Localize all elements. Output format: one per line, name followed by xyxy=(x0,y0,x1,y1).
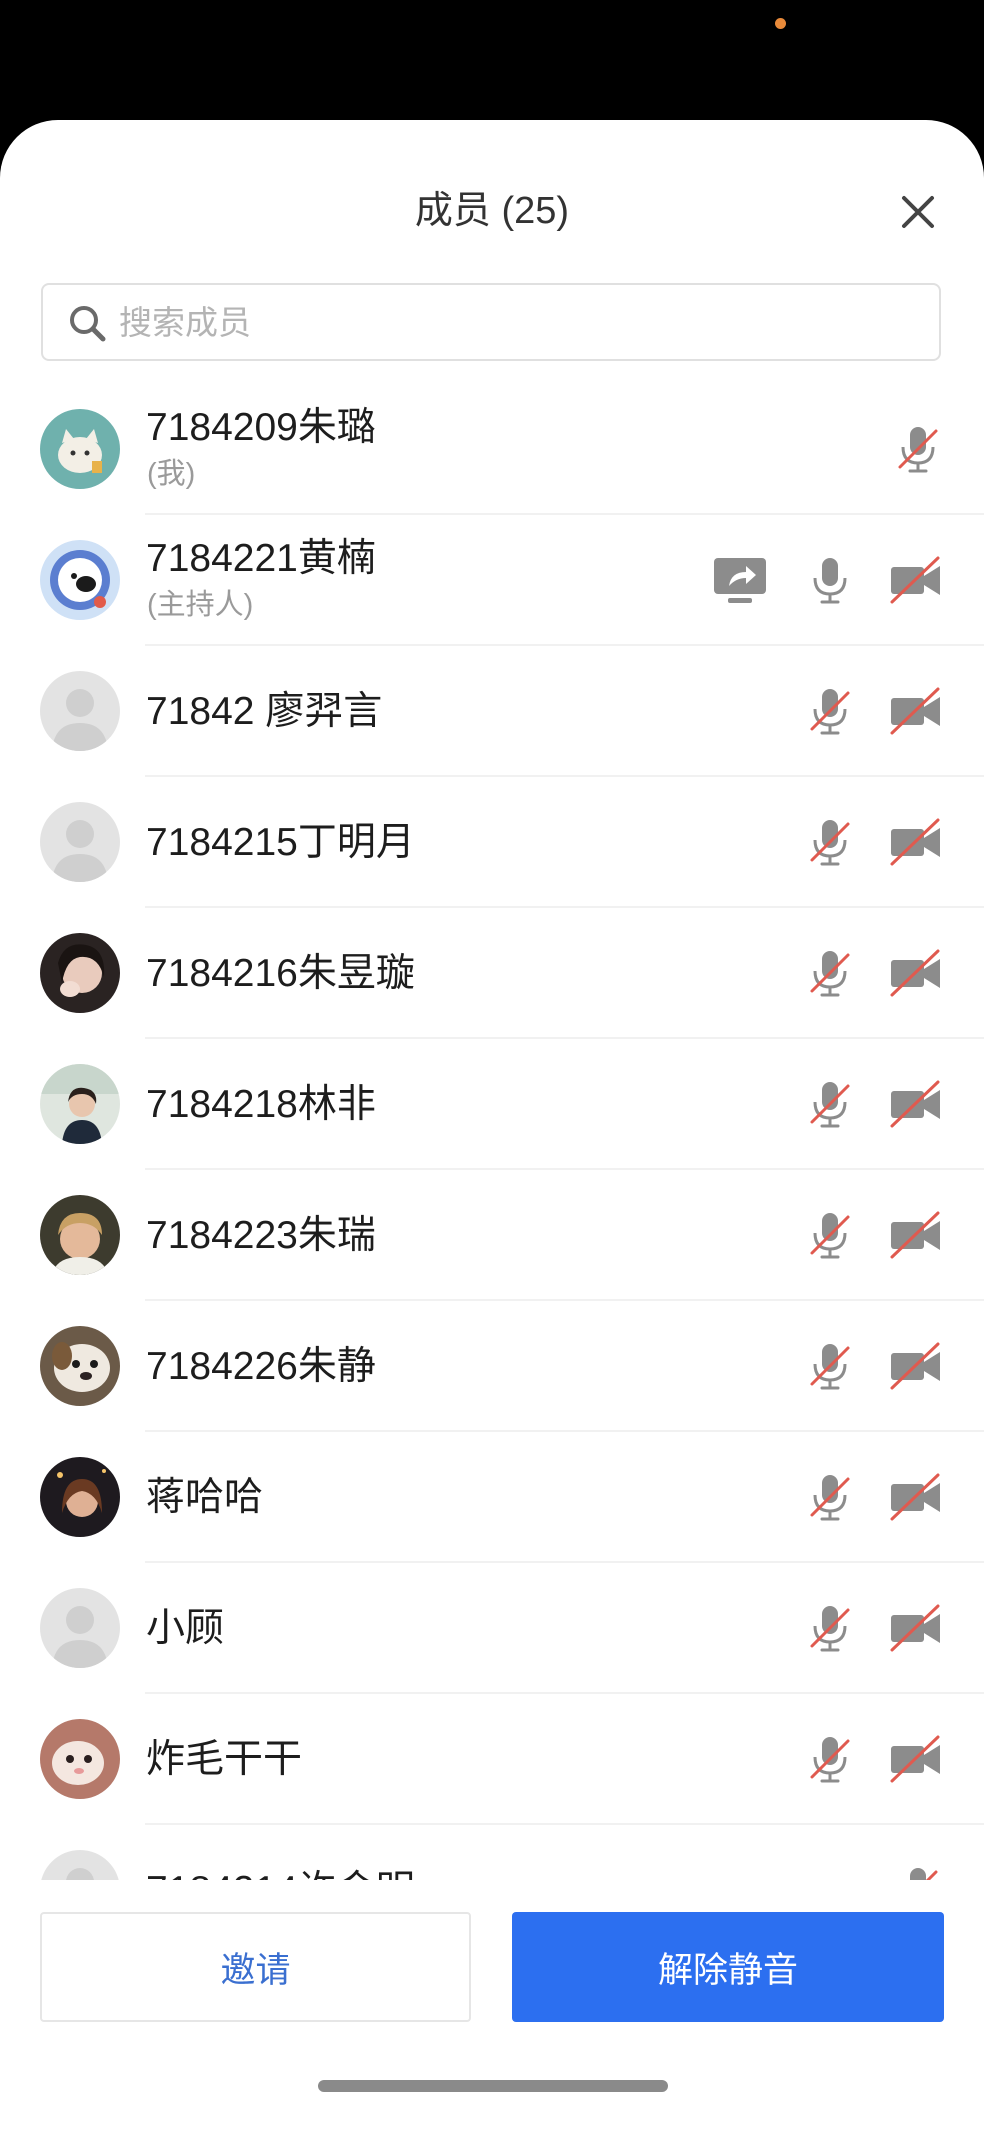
mic-icon[interactable] xyxy=(802,552,858,608)
member-row[interactable]: 7184209朱璐 (我) xyxy=(0,384,984,515)
search-input[interactable] xyxy=(117,285,921,361)
camera-off-icon[interactable] xyxy=(888,1207,944,1263)
mic-muted-icon[interactable] xyxy=(802,1600,858,1656)
avatar xyxy=(40,933,120,1013)
member-row[interactable]: 小顾 xyxy=(0,1563,984,1694)
member-role: (主持人) xyxy=(147,589,254,621)
avatar xyxy=(40,409,120,489)
mic-muted-icon[interactable] xyxy=(802,683,858,739)
mic-muted-icon[interactable] xyxy=(802,1207,858,1263)
camera-off-icon[interactable] xyxy=(888,814,944,870)
member-name: 71842 廖羿言 xyxy=(146,690,383,733)
avatar xyxy=(40,802,120,882)
member-role: (我) xyxy=(147,458,196,490)
search-box[interactable] xyxy=(41,283,941,361)
member-row[interactable]: 炸毛干干 xyxy=(0,1694,984,1825)
member-row[interactable]: 7184226朱静 xyxy=(0,1301,984,1432)
sheet-header: 成员 (25) xyxy=(0,120,984,270)
member-name: 炸毛干干 xyxy=(146,1738,303,1781)
member-list[interactable]: 7184209朱璐 (我) 7184221黄楠 (主持人) 71842 廖羿言 xyxy=(0,384,984,2010)
member-row[interactable]: 7184216朱昱璇 xyxy=(0,908,984,1039)
page-title: 成员 (25) xyxy=(414,190,570,232)
member-name: 7184216朱昱璇 xyxy=(146,952,415,995)
footer-bar: 邀请 解除静音 xyxy=(0,1880,984,2129)
recording-indicator xyxy=(775,18,786,29)
avatar xyxy=(40,1326,120,1406)
camera-off-icon[interactable] xyxy=(888,1600,944,1656)
member-name: 7184221黄楠 xyxy=(146,537,376,580)
camera-off-icon[interactable] xyxy=(888,552,944,608)
member-row[interactable]: 7184223朱瑞 xyxy=(0,1170,984,1301)
search-icon xyxy=(70,306,106,342)
member-name: 7184223朱瑞 xyxy=(146,1214,376,1257)
camera-off-icon[interactable] xyxy=(888,1731,944,1787)
member-name: 蒋哈哈 xyxy=(146,1476,264,1519)
members-sheet: 成员 (25) 7184209朱璐 (我) 7184221黄楠 (主持人) xyxy=(0,120,984,2129)
camera-off-icon[interactable] xyxy=(888,1338,944,1394)
avatar xyxy=(40,540,120,620)
member-row[interactable]: 蒋哈哈 xyxy=(0,1432,984,1563)
home-indicator xyxy=(318,2080,668,2092)
camera-off-icon[interactable] xyxy=(888,1076,944,1132)
avatar xyxy=(40,1064,120,1144)
member-name: 小顾 xyxy=(146,1607,225,1650)
member-row[interactable]: 71842 廖羿言 xyxy=(0,646,984,777)
member-name: 7184215丁明月 xyxy=(146,821,415,864)
mic-muted-icon[interactable] xyxy=(802,1731,858,1787)
avatar xyxy=(40,1195,120,1275)
mic-muted-icon[interactable] xyxy=(890,421,946,477)
mic-muted-icon[interactable] xyxy=(802,945,858,1001)
mic-muted-icon[interactable] xyxy=(802,1469,858,1525)
member-name: 7184226朱静 xyxy=(146,1345,376,1388)
avatar xyxy=(40,1457,120,1537)
invite-button[interactable]: 邀请 xyxy=(40,1912,471,2022)
close-icon xyxy=(902,196,934,228)
mic-muted-icon[interactable] xyxy=(802,1076,858,1132)
avatar xyxy=(40,1588,120,1668)
mic-muted-icon[interactable] xyxy=(802,1338,858,1394)
member-name: 7184218林非 xyxy=(146,1083,376,1126)
avatar xyxy=(40,671,120,751)
camera-off-icon[interactable] xyxy=(888,683,944,739)
mic-muted-icon[interactable] xyxy=(802,814,858,870)
member-row[interactable]: 7184218林非 xyxy=(0,1039,984,1170)
screen-share-icon[interactable] xyxy=(712,552,768,608)
member-row[interactable]: 7184221黄楠 (主持人) xyxy=(0,515,984,646)
member-name: 7184209朱璐 xyxy=(146,406,376,449)
camera-off-icon[interactable] xyxy=(888,1469,944,1525)
member-row[interactable]: 7184215丁明月 xyxy=(0,777,984,908)
camera-off-icon[interactable] xyxy=(888,945,944,1001)
avatar xyxy=(40,1719,120,1799)
close-button[interactable] xyxy=(896,190,940,234)
unmute-button[interactable]: 解除静音 xyxy=(512,1912,944,2022)
